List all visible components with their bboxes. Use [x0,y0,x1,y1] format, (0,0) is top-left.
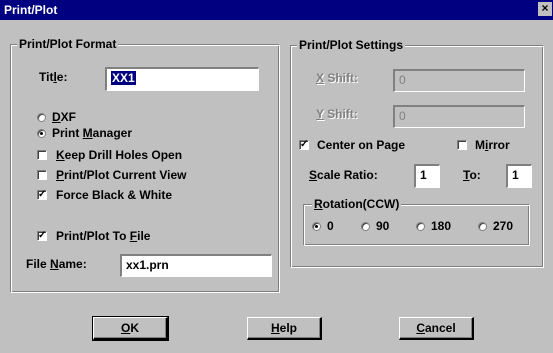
ok-button[interactable]: OK [92,316,169,341]
keep-drill-holes-label[interactable]: Keep Drill Holes Open [56,147,182,163]
scale-ratio-label: Scale Ratio: [309,168,378,182]
ok-button-label: OK [120,321,139,335]
center-on-page-checkbox[interactable]: ✓ [299,140,309,150]
rotation-0-label[interactable]: 0 [327,218,334,234]
cancel-button[interactable]: Cancel [399,317,474,340]
to-file-checkbox[interactable]: ✓ [37,231,47,241]
scale-ratio-input[interactable]: 1 [414,164,440,188]
title-bar: Print/Plot [0,0,553,20]
file-name-label: File Name: [26,257,87,271]
current-view-checkbox[interactable] [37,170,47,180]
rotation-180-label[interactable]: 180 [431,218,451,234]
file-name-value: xx1.prn [126,258,169,272]
close-button[interactable]: × [538,2,552,16]
format-group-legend: Print/Plot Format [17,37,119,51]
title-input[interactable]: XX1 [105,67,259,91]
close-icon: × [541,1,549,15]
dxf-radio-label[interactable]: DXF [52,109,76,125]
rotation-group-legend: Rotation(CCW) [312,197,402,211]
to-label: To: [463,168,481,182]
help-button-label: Help [270,321,297,335]
rotation-90-radio[interactable] [361,222,370,231]
x-shift-value: 0 [399,73,406,87]
title-input-value: XX1 [111,71,136,85]
title-label: Title: [39,70,68,84]
current-view-label[interactable]: Print/Plot Current View [56,167,186,183]
rotation-270-label[interactable]: 270 [493,218,513,234]
mirror-checkbox[interactable] [457,140,467,150]
mirror-label[interactable]: Mirror [475,137,510,153]
print-manager-radio-label[interactable]: Print Manager [52,125,132,141]
center-on-page-label[interactable]: Center on Page [317,137,405,153]
rotation-180-radio[interactable] [416,222,425,231]
scale-ratio-value: 1 [420,168,427,182]
rotation-90-label[interactable]: 90 [376,218,389,234]
dxf-radio[interactable] [37,113,46,122]
x-shift-input[interactable]: 0 [393,69,525,92]
rotation-270-radio[interactable] [478,222,487,231]
cancel-button-label: Cancel [416,321,456,335]
to-input[interactable]: 1 [506,164,532,188]
x-shift-label: X Shift: [316,71,359,85]
settings-group-legend: Print/Plot Settings [297,38,406,52]
y-shift-input[interactable]: 0 [393,105,525,128]
keep-drill-holes-checkbox[interactable] [37,150,47,160]
to-file-label[interactable]: Print/Plot To File [56,228,150,244]
help-button[interactable]: Help [247,317,322,340]
print-manager-radio[interactable] [37,129,46,138]
force-bw-label[interactable]: Force Black & White [56,187,172,203]
to-value: 1 [512,168,519,182]
force-bw-checkbox[interactable]: ✓ [37,190,47,200]
y-shift-value: 0 [399,109,406,123]
window-title: Print/Plot [4,3,58,17]
file-name-input[interactable]: xx1.prn [120,254,272,277]
rotation-0-radio[interactable] [312,222,321,231]
y-shift-label: Y Shift: [316,107,358,121]
